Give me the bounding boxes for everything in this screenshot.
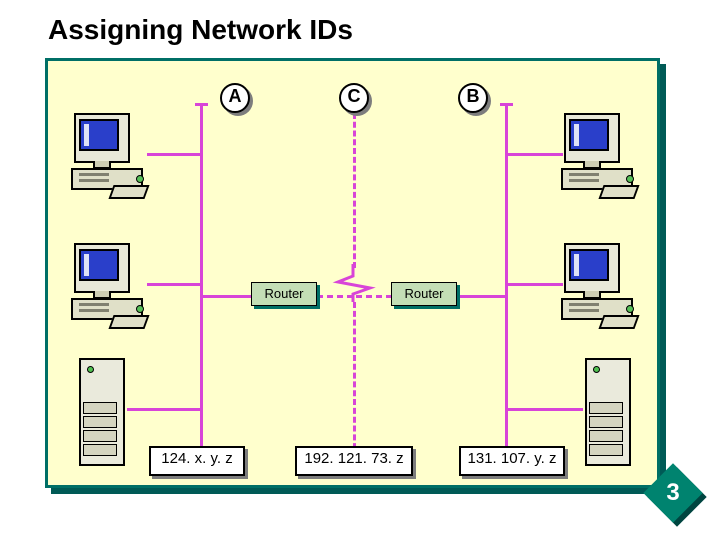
diagram-canvas: A C B Router Router — [45, 58, 660, 488]
server-icon — [585, 358, 633, 468]
tap — [147, 283, 202, 286]
router-label: Router — [251, 282, 317, 306]
ip-label-b: 131. 107. y. z — [459, 446, 565, 476]
segment-b-bus — [505, 103, 508, 458]
tap — [202, 295, 252, 298]
segment-label-text: B — [467, 86, 480, 106]
tap — [455, 295, 505, 298]
segment-label-b: B — [458, 83, 488, 113]
router-b: Router — [391, 282, 457, 310]
computer-icon — [561, 113, 639, 203]
segment-c-bus-bottom — [353, 302, 356, 458]
slide-number-badge: 3 — [652, 472, 702, 522]
segment-label-text: C — [348, 86, 361, 106]
tap — [147, 153, 202, 156]
server-icon — [79, 358, 127, 468]
ip-text: 131. 107. y. z — [464, 450, 561, 467]
segment-a-bus — [200, 103, 203, 458]
tap — [127, 408, 202, 411]
router-label: Router — [391, 282, 457, 306]
ip-label-c: 192. 121. 73. z — [295, 446, 413, 476]
cap — [195, 103, 208, 106]
segment-label-text: A — [229, 86, 242, 106]
ip-text: 124. x. y. z — [157, 450, 236, 467]
segment-c-bus-top — [353, 113, 356, 268]
tap — [508, 153, 563, 156]
slide-number: 3 — [652, 472, 694, 514]
ip-label-a: 124. x. y. z — [149, 446, 245, 476]
ip-text: 192. 121. 73. z — [300, 450, 407, 467]
segment-label-a: A — [220, 83, 250, 113]
computer-icon — [71, 113, 149, 203]
tap-dashed — [356, 295, 392, 298]
computer-icon — [561, 243, 639, 333]
slide-title: Assigning Network IDs — [48, 14, 353, 46]
router-a: Router — [251, 282, 317, 310]
computer-icon — [71, 243, 149, 333]
tap — [508, 408, 583, 411]
cap — [500, 103, 513, 106]
segment-label-c: C — [339, 83, 369, 113]
tap — [508, 283, 563, 286]
tap-dashed — [317, 295, 353, 298]
slide: Assigning Network IDs — [0, 0, 720, 540]
